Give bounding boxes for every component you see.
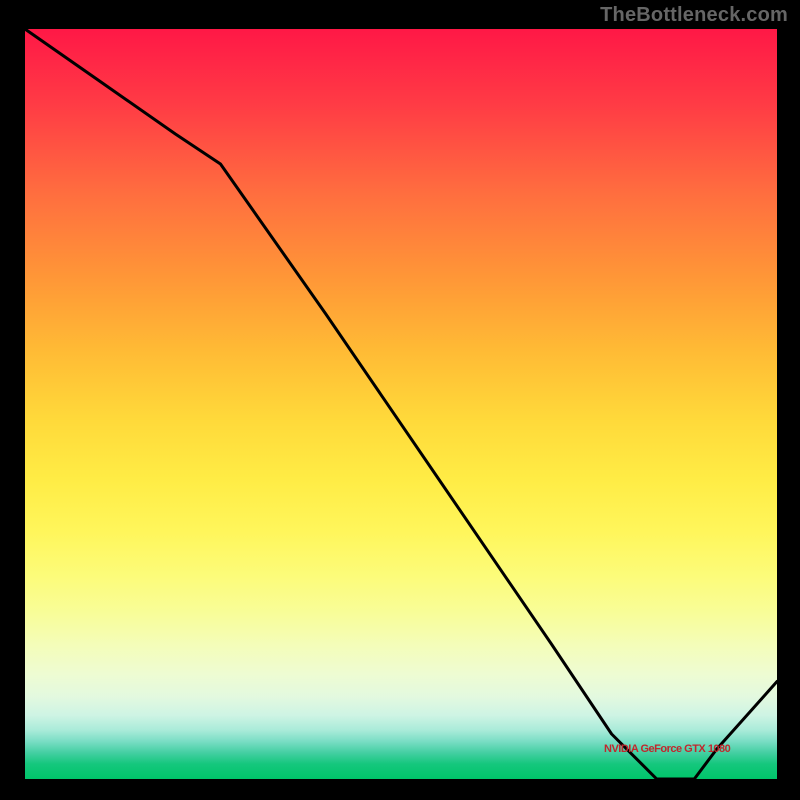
plot-area: NVIDIA GeForce GTX 1080 [25, 29, 777, 779]
chart-container: TheBottleneck.com NVIDIA GeForce GTX 108… [0, 0, 800, 800]
line-series [25, 29, 777, 779]
plot-inner: NVIDIA GeForce GTX 1080 [25, 29, 777, 779]
gpu-label: NVIDIA GeForce GTX 1080 [604, 743, 730, 755]
bottleneck-curve-path [25, 29, 777, 779]
watermark-text: TheBottleneck.com [600, 4, 788, 27]
